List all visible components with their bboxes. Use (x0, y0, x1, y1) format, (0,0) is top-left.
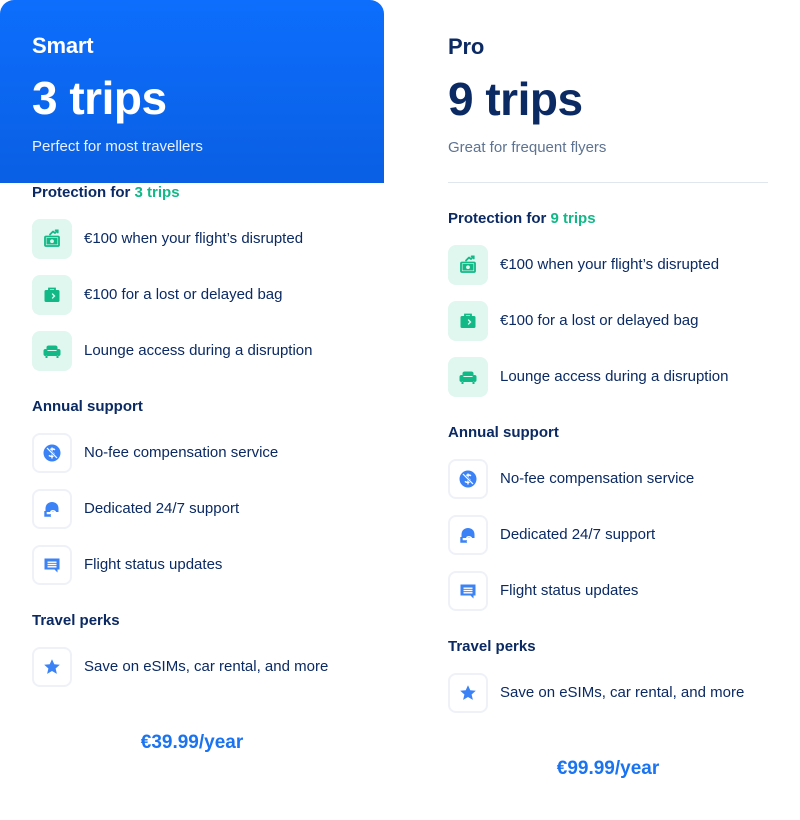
plan-card-smart[interactable]: Smart 3 trips Perfect for most traveller… (0, 0, 384, 820)
feature-label: €100 for a lost or delayed bag (500, 312, 699, 329)
feature-item: €100 when your flight’s disrupted (32, 219, 352, 259)
armchair-icon (32, 331, 72, 371)
money-arrow-icon (32, 219, 72, 259)
headset-icon (32, 489, 72, 529)
feature-label: Dedicated 24/7 support (84, 500, 240, 517)
section-title: Annual support (32, 398, 143, 415)
feature-label: €100 when your flight’s disrupted (84, 230, 304, 247)
feature-item: Lounge access during a disruption (32, 331, 352, 371)
plan-price: €39.99/year (140, 732, 244, 753)
section-title: Travel perks (32, 612, 120, 629)
plan-name: Pro (448, 34, 485, 59)
feature-item: Dedicated 24/7 support (32, 489, 352, 529)
headset-icon (448, 515, 488, 555)
feature-label: Flight status updates (84, 556, 223, 573)
feature-label: Save on eSIMs, car rental, and more (500, 684, 745, 701)
plan-trips: 9 trips (448, 73, 583, 125)
plan-tagline: Great for frequent flyers (448, 139, 607, 156)
section-title: Annual support (448, 424, 559, 441)
section-title-prefix: Protection for (32, 184, 135, 201)
section-travel-perks: Travel perks Save on eSIMs, car rental, … (448, 637, 768, 713)
message-icon (32, 545, 72, 585)
feature-label: Flight status updates (500, 582, 639, 599)
star-icon (32, 647, 72, 687)
feature-item: €100 when your flight’s disrupted (448, 245, 768, 285)
armchair-icon (448, 357, 488, 397)
suitcase-icon (32, 275, 72, 315)
section-title-accent: 3 trips (134, 184, 180, 201)
feature-item: Dedicated 24/7 support (448, 515, 768, 555)
section-title: Protection for 3 trips (32, 183, 352, 203)
plan-trips: 3 trips (32, 72, 167, 124)
plan-header: Pro 9 trips Great for frequent flyers (416, 0, 800, 183)
money-arrow-icon (448, 245, 488, 285)
feature-item: Flight status updates (32, 545, 352, 585)
section-annual-support: Annual support No-fee compensation servi… (32, 397, 352, 585)
plan-header: Smart 3 trips Perfect for most traveller… (0, 0, 384, 183)
plan-tagline: Perfect for most travellers (32, 138, 203, 155)
suitcase-icon (448, 301, 488, 341)
section-protection: Protection for 9 trips €100 when your fl… (448, 209, 768, 397)
message-icon (448, 571, 488, 611)
section-title: Protection for 9 trips (448, 209, 768, 229)
plan-features: Protection for 9 trips €100 when your fl… (416, 209, 800, 781)
plan-features: Protection for 3 trips €100 when your fl… (0, 183, 384, 755)
no-fee-icon (32, 433, 72, 473)
plan-name: Smart (32, 33, 94, 58)
feature-label: €100 when your flight’s disrupted (500, 256, 720, 273)
feature-item: Flight status updates (448, 571, 768, 611)
section-title-accent: 9 trips (550, 210, 596, 227)
section-title-prefix: Protection for (448, 210, 551, 227)
feature-item: Save on eSIMs, car rental, and more (448, 673, 768, 713)
no-fee-icon (448, 459, 488, 499)
feature-label: €100 for a lost or delayed bag (84, 286, 283, 303)
feature-label: Dedicated 24/7 support (500, 526, 656, 543)
feature-label: No-fee compensation service (500, 470, 695, 487)
plan-card-pro[interactable]: Pro 9 trips Great for frequent flyers Pr… (416, 0, 800, 820)
feature-label: No-fee compensation service (84, 444, 279, 461)
feature-item: Save on eSIMs, car rental, and more (32, 647, 352, 687)
feature-item: €100 for a lost or delayed bag (448, 301, 768, 341)
feature-item: No-fee compensation service (448, 459, 768, 499)
feature-item: No-fee compensation service (32, 433, 352, 473)
plan-price: €99.99/year (556, 758, 660, 779)
feature-label: Save on eSIMs, car rental, and more (84, 658, 329, 675)
feature-item: €100 for a lost or delayed bag (32, 275, 352, 315)
section-protection: Protection for 3 trips €100 when your fl… (32, 183, 352, 371)
star-icon (448, 673, 488, 713)
section-title: Travel perks (448, 638, 536, 655)
feature-label: Lounge access during a disruption (84, 342, 313, 359)
section-annual-support: Annual support No-fee compensation servi… (448, 423, 768, 611)
feature-item: Lounge access during a disruption (448, 357, 768, 397)
feature-label: Lounge access during a disruption (500, 368, 729, 385)
section-travel-perks: Travel perks Save on eSIMs, car rental, … (32, 611, 352, 687)
